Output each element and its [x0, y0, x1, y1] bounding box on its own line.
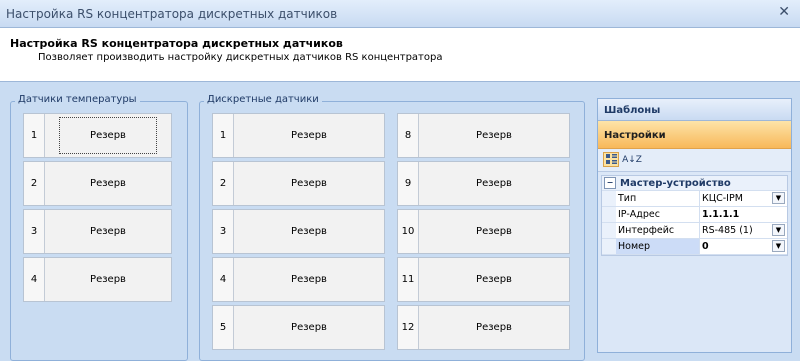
discrete-sensor-11[interactable]: 11 Резерв [397, 257, 570, 302]
window-title: Настройка RS концентратора дискретных да… [6, 7, 338, 21]
discrete-sensor-1[interactable]: 1 Резерв [212, 113, 385, 158]
sensor-label: Резерв [476, 226, 512, 237]
temp-sensor-1[interactable]: 1 Резерв [23, 113, 172, 158]
window-titlebar: Настройка RS концентратора дискретных да… [0, 0, 800, 28]
settings-panel: Шаблоны Настройки A↓Z − Мастер-устройств… [597, 98, 792, 353]
sensor-label: Резерв [476, 130, 512, 141]
sensor-label: Резерв [291, 226, 327, 237]
property-name: Интерфейс [616, 223, 700, 238]
property-grid: − Мастер-устройство Тип КЦС-IPM ▼ IP-Адре… [601, 175, 788, 256]
tab-settings[interactable]: Настройки [598, 121, 791, 149]
property-row-number[interactable]: Номер 0 ▼ [602, 239, 787, 255]
property-row-interface[interactable]: Интерфейс RS-485 (1) ▼ [602, 223, 787, 239]
sensor-label: Резерв [476, 274, 512, 285]
dropdown-arrow-icon[interactable]: ▼ [772, 192, 785, 204]
close-icon[interactable]: ✕ [778, 4, 790, 20]
property-value: КЦС-IPM [702, 193, 743, 204]
dialog-header: Настройка RS концентратора дискретных да… [0, 28, 800, 82]
sensor-number: 9 [398, 162, 419, 205]
property-category[interactable]: − Мастер-устройство [602, 176, 787, 191]
dropdown-arrow-icon[interactable]: ▼ [772, 224, 785, 236]
property-value: 0 [702, 241, 709, 252]
sensor-label: Резерв [90, 274, 126, 285]
sensor-number: 1 [24, 114, 45, 157]
discrete-sensor-4[interactable]: 4 Резерв [212, 257, 385, 302]
discrete-sensor-2[interactable]: 2 Резерв [212, 161, 385, 206]
collapse-icon[interactable]: − [604, 177, 616, 189]
sensor-number: 2 [213, 162, 234, 205]
sensor-label: Резерв [90, 226, 126, 237]
sensor-number: 5 [213, 306, 234, 349]
property-toolbar: A↓Z [598, 149, 791, 172]
discrete-sensor-8[interactable]: 8 Резерв [397, 113, 570, 158]
property-name: IP-Адрес [616, 207, 700, 222]
header-title: Настройка RS концентратора дискретных да… [10, 37, 343, 50]
sensor-label: Резерв [59, 117, 157, 154]
sensor-number: 3 [24, 210, 45, 253]
sensor-label: Резерв [476, 322, 512, 333]
discrete-sensor-3[interactable]: 3 Резерв [212, 209, 385, 254]
categorized-icon[interactable] [603, 152, 619, 167]
temp-sensor-3[interactable]: 3 Резерв [23, 209, 172, 254]
temperature-group-legend: Датчики температуры [15, 94, 140, 105]
sensor-label: Резерв [90, 178, 126, 189]
sensor-number: 4 [24, 258, 45, 301]
sensor-label: Резерв [291, 322, 327, 333]
sensor-number: 3 [213, 210, 234, 253]
property-name: Номер [616, 239, 700, 254]
sensor-label: Резерв [476, 178, 512, 189]
sensor-number: 4 [213, 258, 234, 301]
sensor-number: 10 [398, 210, 419, 253]
property-name: Тип [616, 191, 700, 206]
header-subtitle: Позволяет производить настройку дискретн… [38, 52, 443, 63]
property-row-type[interactable]: Тип КЦС-IPM ▼ [602, 191, 787, 207]
sensor-label: Резерв [291, 130, 327, 141]
discrete-sensor-9[interactable]: 9 Резерв [397, 161, 570, 206]
sensor-number: 1 [213, 114, 234, 157]
property-row-ip[interactable]: IP-Адрес 1.1.1.1 [602, 207, 787, 223]
sort-alphabetical-icon[interactable]: A↓Z [622, 152, 642, 167]
discrete-sensor-10[interactable]: 10 Резерв [397, 209, 570, 254]
tab-templates[interactable]: Шаблоны [598, 99, 791, 121]
sensor-number: 2 [24, 162, 45, 205]
sensor-number: 12 [398, 306, 419, 349]
discrete-group-legend: Дискретные датчики [204, 94, 322, 105]
discrete-sensor-12[interactable]: 12 Резерв [397, 305, 570, 350]
temp-sensor-2[interactable]: 2 Резерв [23, 161, 172, 206]
sensor-label: Резерв [291, 274, 327, 285]
dropdown-arrow-icon[interactable]: ▼ [772, 240, 785, 252]
category-title: Мастер-устройство [620, 177, 731, 189]
property-value: RS-485 (1) [702, 225, 753, 236]
temp-sensor-4[interactable]: 4 Резерв [23, 257, 172, 302]
discrete-sensor-5[interactable]: 5 Резерв [212, 305, 385, 350]
sensor-number: 11 [398, 258, 419, 301]
sensor-number: 8 [398, 114, 419, 157]
sensor-label: Резерв [291, 178, 327, 189]
property-value: 1.1.1.1 [702, 209, 740, 220]
